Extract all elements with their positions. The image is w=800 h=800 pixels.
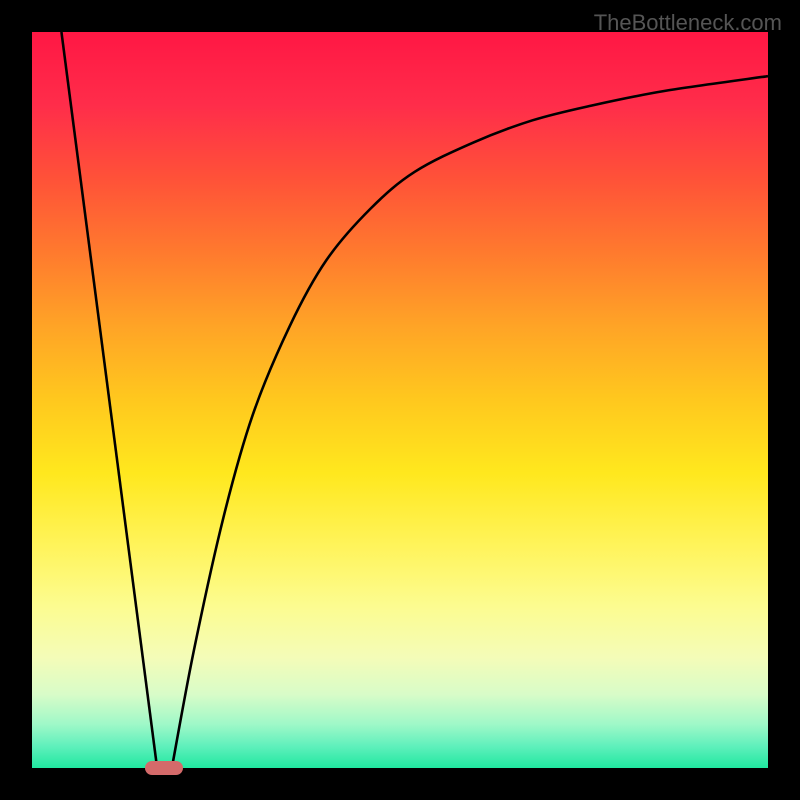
watermark-text: TheBottleneck.com [594, 10, 782, 36]
chart-curves [32, 32, 768, 768]
chart-plot-area [32, 32, 768, 768]
curve-left-descent [61, 32, 157, 768]
curve-right-ascent [172, 76, 768, 768]
minimum-marker [145, 761, 183, 775]
